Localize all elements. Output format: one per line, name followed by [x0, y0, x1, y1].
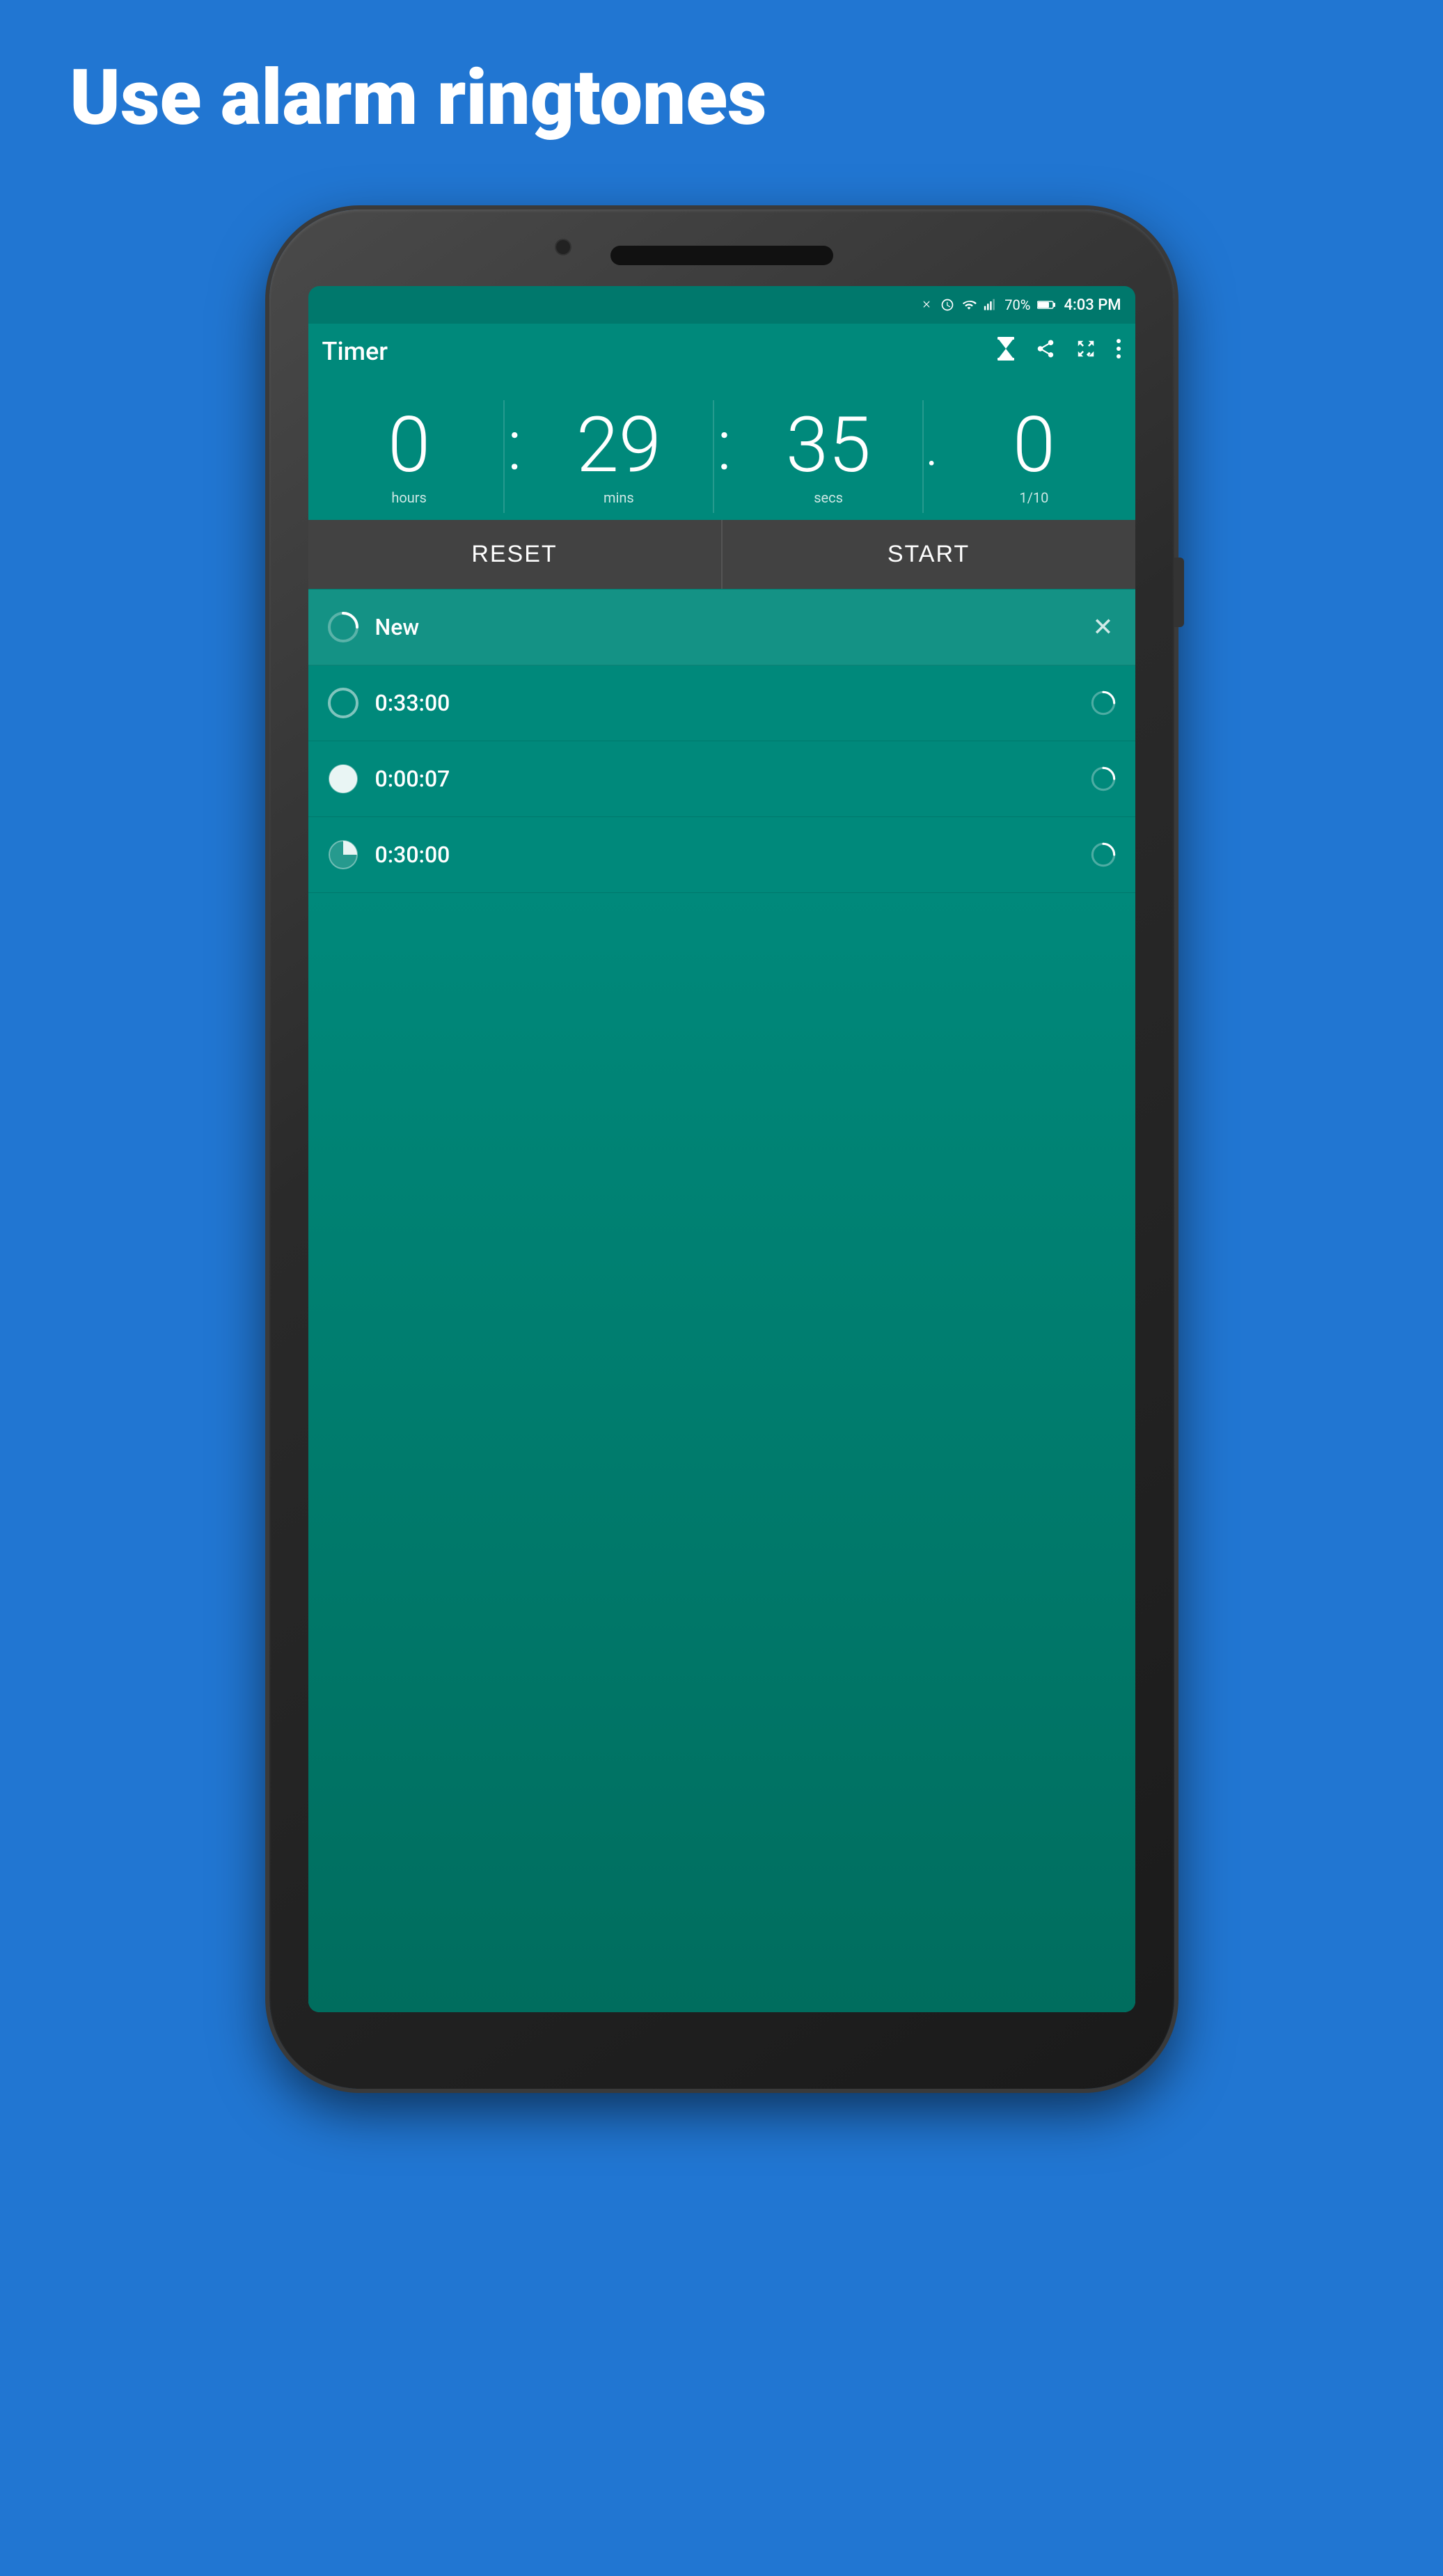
item-pie-icon [325, 761, 361, 797]
colon-1: : [505, 411, 525, 481]
minutes-value: 29 [576, 407, 661, 484]
more-icon[interactable] [1116, 338, 1121, 365]
status-icons: 70% [920, 297, 1055, 313]
minutes-segment[interactable]: 29 mins [525, 400, 714, 513]
app-title-label: Timer [322, 337, 996, 366]
list-item[interactable]: New ✕ [308, 590, 1135, 665]
minutes-label: mins [604, 489, 634, 506]
list-item[interactable]: 0:00:07 [308, 741, 1135, 817]
battery-indicator: 70% [1004, 297, 1030, 313]
bluetooth-icon [920, 298, 933, 312]
hours-label: hours [391, 489, 427, 506]
seconds-label: secs [814, 489, 843, 506]
list-item-label: New [375, 614, 1088, 640]
signal-icon [984, 298, 998, 312]
close-button[interactable]: ✕ [1088, 612, 1119, 642]
item-refresh-icon[interactable] [1088, 839, 1119, 870]
timer-buttons: RESET START [308, 520, 1135, 589]
status-bar: 70% 4:03 PM [308, 286, 1135, 324]
phone-camera [555, 239, 571, 255]
alarm-icon [940, 298, 954, 312]
status-time: 4:03 PM [1064, 297, 1121, 314]
start-button[interactable]: START [723, 520, 1135, 589]
list-item-label: 0:00:07 [375, 766, 1088, 792]
phone-speaker [610, 246, 833, 265]
seconds-value: 35 [786, 407, 871, 484]
tenth-segment[interactable]: 0 1/10 [940, 400, 1128, 513]
timer-segments: 0 hours : 29 mins : 35 secs . 0 1/10 [315, 400, 1128, 513]
timer-list: New ✕ 0:33:00 [308, 589, 1135, 2012]
tenth-label: 1/10 [1019, 489, 1048, 506]
hours-segment[interactable]: 0 hours [315, 400, 505, 513]
phone-mockup: 70% 4:03 PM Timer [269, 210, 1174, 2089]
wifi-icon [961, 298, 977, 312]
colon-2: : [714, 411, 734, 481]
list-fade [308, 893, 1135, 2012]
item-refresh-icon[interactable] [1088, 764, 1119, 794]
phone-screen: 70% 4:03 PM Timer [308, 286, 1135, 2012]
close-icon: ✕ [1092, 615, 1113, 640]
toolbar-icons [996, 337, 1121, 366]
list-item[interactable]: 0:33:00 [308, 665, 1135, 741]
app-toolbar: Timer [308, 324, 1135, 379]
item-circle-icon [325, 685, 361, 721]
list-item[interactable]: 0:30:00 [308, 817, 1135, 893]
hours-value: 0 [388, 407, 430, 484]
item-spinner-icon [325, 609, 361, 645]
page-title: Use alarm ringtones [0, 0, 1443, 182]
expand-icon[interactable] [1075, 338, 1096, 365]
list-item-label: 0:33:00 [375, 690, 1088, 716]
seconds-segment[interactable]: 35 secs [734, 400, 924, 513]
tenth-value: 0 [1013, 407, 1055, 484]
share-icon[interactable] [1035, 338, 1056, 365]
timer-display: 0 hours : 29 mins : 35 secs . 0 1/10 [308, 379, 1135, 520]
dot-separator: . [924, 418, 940, 474]
phone-side-button [1174, 558, 1184, 627]
item-refresh-icon[interactable] [1088, 688, 1119, 718]
battery-icon [1037, 298, 1055, 312]
reset-button[interactable]: RESET [308, 520, 723, 589]
hourglass-icon[interactable] [996, 337, 1016, 366]
list-item-label: 0:30:00 [375, 841, 1088, 868]
item-pie-small-icon [325, 837, 361, 873]
